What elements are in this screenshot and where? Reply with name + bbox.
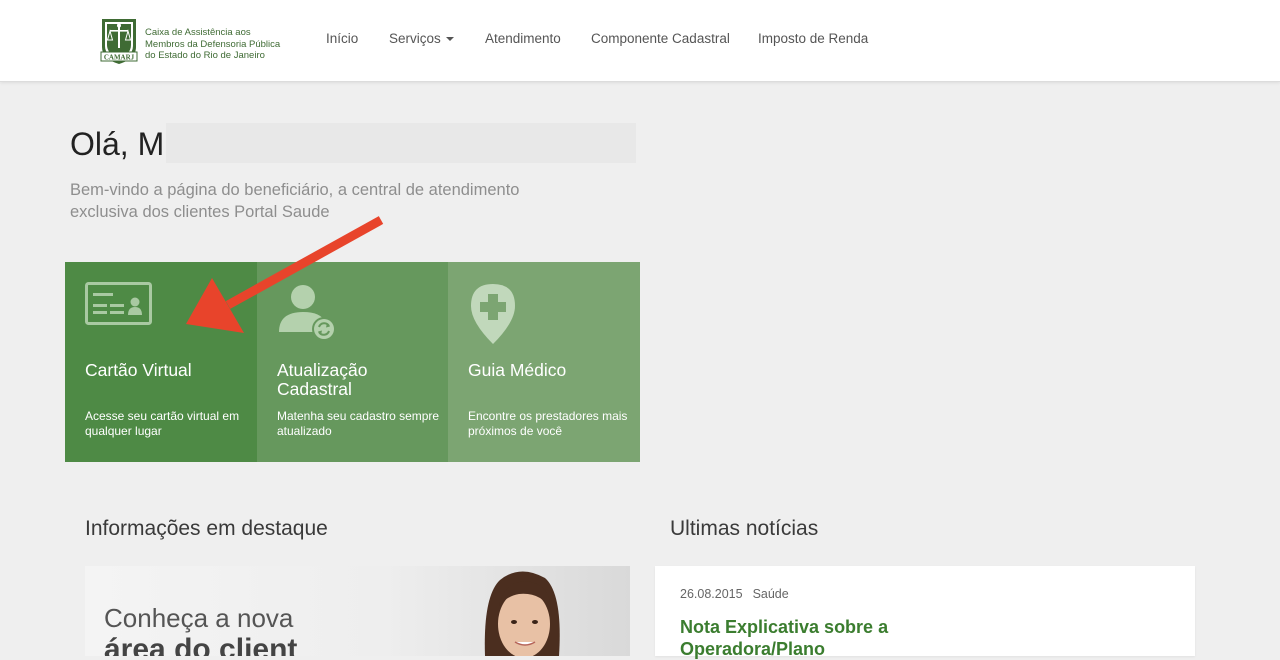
tile-description: Acesse seu cartão virtual em qualquer lu… (85, 409, 240, 438)
banner-headline: Conheça a nova (104, 603, 294, 633)
banner-headline-bold: área do client (104, 633, 298, 656)
tile-description: Encontre os prestadores mais próximos de… (468, 409, 628, 438)
news-title-link[interactable]: Nota Explicativa sobre a Operadora/Plano (680, 616, 888, 660)
logo-line: Caixa de Assistência aos (145, 27, 251, 38)
camarj-logo[interactable]: CAMARJ Caixa de Assistência aos Membros … (99, 13, 289, 67)
tile-title: Guia Médico (468, 360, 567, 380)
medical-pin-icon (471, 284, 515, 344)
section-title-highlights: Informações em destaque (85, 517, 328, 540)
news-meta: 26.08.2015 Saúde (680, 587, 789, 601)
redacted-name (166, 123, 636, 163)
welcome-subtitle: Bem-vindo a página do beneficiário, a ce… (70, 181, 520, 221)
caret-down-icon (445, 37, 454, 42)
nav-atendimento[interactable]: Atendimento (485, 31, 561, 46)
news-card[interactable]: 26.08.2015 Saúde Nota Explicativa sobre a… (655, 566, 1195, 659)
tile-cartao-virtual[interactable]: Cartão Virtual Acesse seu cartão virtual… (65, 262, 257, 462)
nav-inicio[interactable]: Início (326, 31, 358, 46)
logo-text: Caixa de Assistência aos Membros da Defe… (145, 27, 280, 62)
nav-servicos-dropdown[interactable]: Serviços (389, 31, 454, 46)
nav-servicos-label: Serviços (389, 31, 441, 46)
news-title-line: Nota Explicativa sobre a (680, 617, 889, 637)
nav-componente-cadastral[interactable]: Componente Cadastral (591, 31, 730, 46)
top-navbar: CAMARJ Caixa de Assistência aos Membros … (0, 0, 1280, 82)
tile-title: Cartão Virtual (85, 360, 192, 380)
news-date: 26.08.2015 (680, 587, 743, 601)
page-greeting: Olá, M (70, 126, 165, 162)
news-title-line: Operadora/Plano (680, 639, 826, 659)
camarj-seal-icon: CAMARJ (100, 19, 138, 64)
user-refresh-icon (279, 285, 336, 341)
id-card-icon (85, 282, 152, 325)
nav-imposto-de-renda[interactable]: Imposto de Renda (758, 31, 868, 46)
highlight-banner[interactable]: Conheça a nova área do client (85, 566, 630, 656)
logo-line: do Estado do Rio de Janeiro (145, 50, 265, 61)
tile-title: Atualização Cadastral (277, 360, 368, 399)
logo-line: Membros da Defensoria Pública (145, 38, 281, 50)
tile-description: Matenha seu cadastro sempre atualizado (277, 409, 440, 438)
section-title-news: Ultimas notícias (670, 517, 819, 540)
tile-atualizacao-cadastral[interactable]: Atualização Cadastral Matenha seu cadast… (257, 262, 448, 462)
tile-guia-medico[interactable]: Guia Médico Encontre os prestadores mais… (448, 262, 640, 462)
woman-photo (484, 571, 560, 656)
news-category: Saúde (752, 587, 789, 601)
logo-acronym: CAMARJ (104, 54, 135, 62)
